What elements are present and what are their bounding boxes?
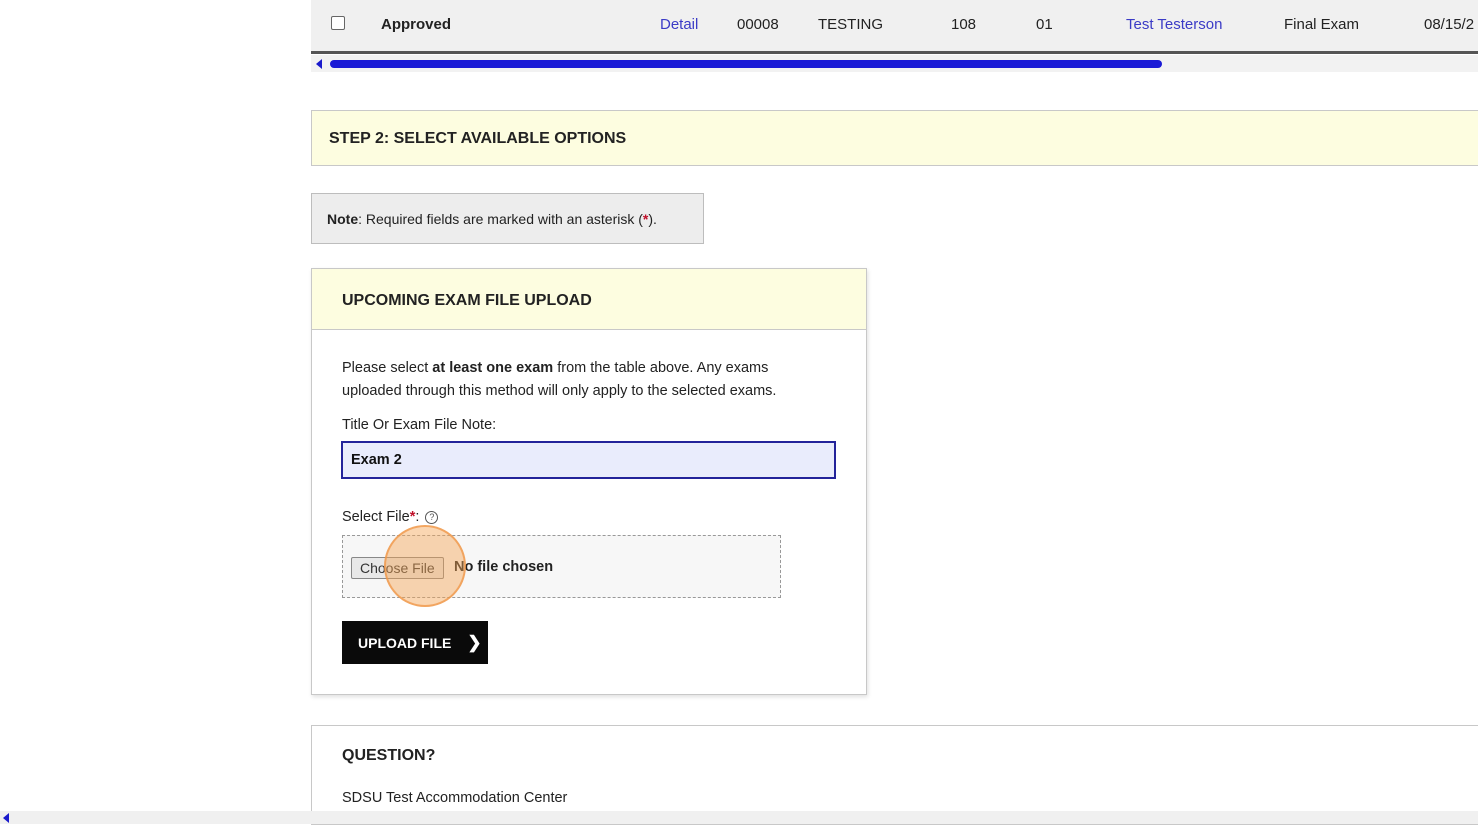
select-file-colon: : — [415, 509, 420, 525]
instructions-bold: at least one exam — [432, 360, 554, 376]
upload-instructions: Please select at least one exam from the… — [342, 357, 822, 403]
note-text: : Required fields are marked with an ast… — [358, 211, 643, 227]
required-fields-note: Note: Required fields are marked with an… — [311, 193, 704, 244]
note-label: Note — [327, 211, 359, 227]
upload-panel-header: UPCOMING EXAM FILE UPLOAD — [312, 269, 866, 330]
help-icon[interactable]: ? — [425, 511, 439, 524]
instructions-pre: Please select — [342, 360, 433, 376]
page-scroll-left-arrow-icon[interactable] — [3, 813, 9, 823]
title-field-label: Title Or Exam File Note: — [342, 417, 497, 433]
date-cell: 08/15/2 — [1424, 16, 1475, 33]
question-title: QUESTION? — [342, 747, 436, 764]
instructor-link[interactable]: Test Testerson — [1126, 16, 1222, 33]
upload-file-button[interactable]: UPLOAD FILE ❯ — [342, 621, 488, 664]
upload-button-label: UPLOAD FILE — [358, 634, 452, 651]
exam-file-upload-panel: UPCOMING EXAM FILE UPLOAD Please select … — [311, 268, 867, 695]
table-horizontal-scrollbar[interactable] — [311, 55, 1478, 72]
id-cell: 00008 — [737, 16, 779, 33]
status-cell: Approved — [381, 16, 452, 33]
step-2-banner: STEP 2: SELECT AVAILABLE OPTIONS — [311, 110, 1478, 166]
table-row: Approved Detail 00008 TESTING 108 01 Tes… — [311, 0, 1478, 54]
no-file-chosen-text: No file chosen — [454, 559, 554, 575]
subject-cell: TESTING — [818, 16, 884, 33]
section-cell: 01 — [1036, 16, 1053, 33]
detail-link[interactable]: Detail — [660, 16, 698, 33]
chevron-right-icon: ❯ — [467, 632, 482, 652]
exam-type-cell: Final Exam — [1284, 16, 1360, 33]
scrollbar-thumb[interactable] — [330, 60, 1162, 68]
file-drop-zone[interactable]: Choose File No file chosen — [342, 535, 781, 598]
note-end: ). — [648, 211, 657, 227]
select-file-text: Select File — [342, 509, 410, 525]
row-select-checkbox[interactable] — [331, 16, 345, 30]
choose-file-button[interactable]: Choose File — [351, 557, 444, 579]
question-panel: QUESTION? SDSU Test Accommodation Center — [311, 725, 1478, 825]
page-horizontal-scrollbar[interactable] — [0, 811, 1478, 824]
organization-name: SDSU Test Accommodation Center — [342, 790, 568, 806]
step-2-title: STEP 2: SELECT AVAILABLE OPTIONS — [329, 130, 627, 147]
scroll-left-arrow-icon[interactable] — [316, 59, 322, 69]
select-file-label: Select File*:? — [342, 509, 439, 525]
title-note-input[interactable] — [341, 441, 836, 479]
course-cell: 108 — [951, 16, 977, 33]
upload-panel-title: UPCOMING EXAM FILE UPLOAD — [342, 292, 592, 309]
